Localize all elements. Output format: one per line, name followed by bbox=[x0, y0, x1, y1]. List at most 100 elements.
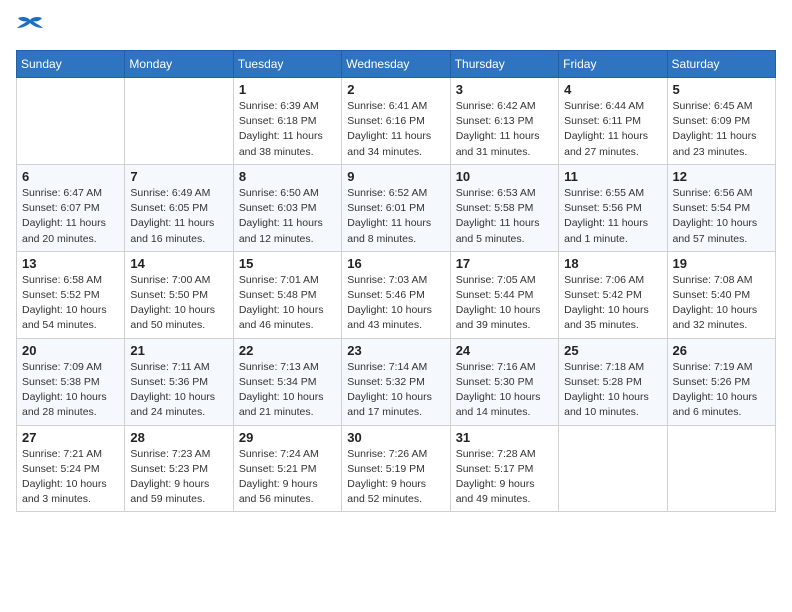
calendar-cell: 6 Sunrise: 6:47 AM Sunset: 6:07 PM Daylig… bbox=[17, 164, 125, 251]
calendar-cell: 7 Sunrise: 6:49 AM Sunset: 6:05 PM Daylig… bbox=[125, 164, 233, 251]
day-number: 24 bbox=[456, 343, 553, 358]
calendar-cell: 24 Sunrise: 7:16 AM Sunset: 5:30 PM Dayli… bbox=[450, 338, 558, 425]
calendar-cell bbox=[125, 78, 233, 165]
day-number: 3 bbox=[456, 82, 553, 97]
day-number: 14 bbox=[130, 256, 227, 271]
day-number: 11 bbox=[564, 169, 661, 184]
day-number: 23 bbox=[347, 343, 444, 358]
calendar-cell: 1Sunrise: 6:39 AM Sunset: 6:18 PM Daylig… bbox=[233, 78, 341, 165]
day-info: Sunrise: 6:55 AM Sunset: 5:56 PM Dayligh… bbox=[564, 186, 661, 247]
day-number: 16 bbox=[347, 256, 444, 271]
day-info: Sunrise: 6:39 AM Sunset: 6:18 PM Dayligh… bbox=[239, 99, 336, 160]
day-number: 19 bbox=[673, 256, 770, 271]
day-number: 5 bbox=[673, 82, 770, 97]
day-info: Sunrise: 7:11 AM Sunset: 5:36 PM Dayligh… bbox=[130, 360, 227, 421]
day-info: Sunrise: 7:16 AM Sunset: 5:30 PM Dayligh… bbox=[456, 360, 553, 421]
day-number: 4 bbox=[564, 82, 661, 97]
day-number: 21 bbox=[130, 343, 227, 358]
day-number: 27 bbox=[22, 430, 119, 445]
calendar-cell: 27 Sunrise: 7:21 AM Sunset: 5:24 PM Dayli… bbox=[17, 425, 125, 512]
day-info: Sunrise: 6:45 AM Sunset: 6:09 PM Dayligh… bbox=[673, 99, 770, 160]
calendar-header-row: SundayMondayTuesdayWednesdayThursdayFrid… bbox=[17, 51, 776, 78]
day-number: 6 bbox=[22, 169, 119, 184]
day-info: Sunrise: 7:26 AM Sunset: 5:19 PM Dayligh… bbox=[347, 447, 444, 508]
calendar-day-header: Sunday bbox=[17, 51, 125, 78]
day-info: Sunrise: 7:06 AM Sunset: 5:42 PM Dayligh… bbox=[564, 273, 661, 334]
day-info: Sunrise: 7:14 AM Sunset: 5:32 PM Dayligh… bbox=[347, 360, 444, 421]
calendar-cell bbox=[667, 425, 775, 512]
calendar-week-row: 13Sunrise: 6:58 AM Sunset: 5:52 PM Dayli… bbox=[17, 251, 776, 338]
day-info: Sunrise: 6:41 AM Sunset: 6:16 PM Dayligh… bbox=[347, 99, 444, 160]
day-number: 18 bbox=[564, 256, 661, 271]
calendar-cell: 10Sunrise: 6:53 AM Sunset: 5:58 PM Dayli… bbox=[450, 164, 558, 251]
calendar-cell: 16 Sunrise: 7:03 AM Sunset: 5:46 PM Dayli… bbox=[342, 251, 450, 338]
calendar-cell: 31 Sunrise: 7:28 AM Sunset: 5:17 PM Dayli… bbox=[450, 425, 558, 512]
calendar-cell: 5 Sunrise: 6:45 AM Sunset: 6:09 PM Daylig… bbox=[667, 78, 775, 165]
logo bbox=[16, 16, 48, 38]
calendar-cell: 18 Sunrise: 7:06 AM Sunset: 5:42 PM Dayli… bbox=[559, 251, 667, 338]
day-number: 17 bbox=[456, 256, 553, 271]
day-number: 30 bbox=[347, 430, 444, 445]
calendar-cell: 15Sunrise: 7:01 AM Sunset: 5:48 PM Dayli… bbox=[233, 251, 341, 338]
day-number: 20 bbox=[22, 343, 119, 358]
day-number: 26 bbox=[673, 343, 770, 358]
calendar-cell bbox=[17, 78, 125, 165]
day-info: Sunrise: 6:58 AM Sunset: 5:52 PM Dayligh… bbox=[22, 273, 119, 334]
day-info: Sunrise: 6:50 AM Sunset: 6:03 PM Dayligh… bbox=[239, 186, 336, 247]
calendar-cell: 17 Sunrise: 7:05 AM Sunset: 5:44 PM Dayli… bbox=[450, 251, 558, 338]
day-info: Sunrise: 6:49 AM Sunset: 6:05 PM Dayligh… bbox=[130, 186, 227, 247]
calendar-cell: 14 Sunrise: 7:00 AM Sunset: 5:50 PM Dayli… bbox=[125, 251, 233, 338]
day-number: 28 bbox=[130, 430, 227, 445]
day-info: Sunrise: 7:23 AM Sunset: 5:23 PM Dayligh… bbox=[130, 447, 227, 508]
calendar-cell: 3Sunrise: 6:42 AM Sunset: 6:13 PM Daylig… bbox=[450, 78, 558, 165]
day-number: 22 bbox=[239, 343, 336, 358]
day-number: 25 bbox=[564, 343, 661, 358]
calendar-cell: 19 Sunrise: 7:08 AM Sunset: 5:40 PM Dayli… bbox=[667, 251, 775, 338]
calendar-cell: 25 Sunrise: 7:18 AM Sunset: 5:28 PM Dayli… bbox=[559, 338, 667, 425]
day-info: Sunrise: 6:52 AM Sunset: 6:01 PM Dayligh… bbox=[347, 186, 444, 247]
day-info: Sunrise: 7:03 AM Sunset: 5:46 PM Dayligh… bbox=[347, 273, 444, 334]
day-info: Sunrise: 7:24 AM Sunset: 5:21 PM Dayligh… bbox=[239, 447, 336, 508]
day-info: Sunrise: 7:18 AM Sunset: 5:28 PM Dayligh… bbox=[564, 360, 661, 421]
logo-bird-icon bbox=[16, 16, 44, 38]
calendar-cell: 29 Sunrise: 7:24 AM Sunset: 5:21 PM Dayli… bbox=[233, 425, 341, 512]
day-number: 9 bbox=[347, 169, 444, 184]
day-info: Sunrise: 7:21 AM Sunset: 5:24 PM Dayligh… bbox=[22, 447, 119, 508]
day-info: Sunrise: 7:28 AM Sunset: 5:17 PM Dayligh… bbox=[456, 447, 553, 508]
day-info: Sunrise: 6:47 AM Sunset: 6:07 PM Dayligh… bbox=[22, 186, 119, 247]
calendar-cell: 13Sunrise: 6:58 AM Sunset: 5:52 PM Dayli… bbox=[17, 251, 125, 338]
day-info: Sunrise: 7:13 AM Sunset: 5:34 PM Dayligh… bbox=[239, 360, 336, 421]
day-number: 31 bbox=[456, 430, 553, 445]
day-info: Sunrise: 7:19 AM Sunset: 5:26 PM Dayligh… bbox=[673, 360, 770, 421]
calendar-cell: 4 Sunrise: 6:44 AM Sunset: 6:11 PM Daylig… bbox=[559, 78, 667, 165]
calendar-table: SundayMondayTuesdayWednesdayThursdayFrid… bbox=[16, 50, 776, 512]
calendar-day-header: Wednesday bbox=[342, 51, 450, 78]
calendar-cell: 2 Sunrise: 6:41 AM Sunset: 6:16 PM Daylig… bbox=[342, 78, 450, 165]
page-header bbox=[16, 16, 776, 38]
day-info: Sunrise: 6:44 AM Sunset: 6:11 PM Dayligh… bbox=[564, 99, 661, 160]
day-info: Sunrise: 7:01 AM Sunset: 5:48 PM Dayligh… bbox=[239, 273, 336, 334]
day-info: Sunrise: 7:05 AM Sunset: 5:44 PM Dayligh… bbox=[456, 273, 553, 334]
day-info: Sunrise: 7:09 AM Sunset: 5:38 PM Dayligh… bbox=[22, 360, 119, 421]
calendar-day-header: Tuesday bbox=[233, 51, 341, 78]
day-number: 7 bbox=[130, 169, 227, 184]
day-number: 8 bbox=[239, 169, 336, 184]
calendar-cell: 9 Sunrise: 6:52 AM Sunset: 6:01 PM Daylig… bbox=[342, 164, 450, 251]
calendar-week-row: 20 Sunrise: 7:09 AM Sunset: 5:38 PM Dayli… bbox=[17, 338, 776, 425]
day-number: 12 bbox=[673, 169, 770, 184]
calendar-cell: 30 Sunrise: 7:26 AM Sunset: 5:19 PM Dayli… bbox=[342, 425, 450, 512]
calendar-cell: 11 Sunrise: 6:55 AM Sunset: 5:56 PM Dayli… bbox=[559, 164, 667, 251]
day-number: 2 bbox=[347, 82, 444, 97]
calendar-week-row: 27 Sunrise: 7:21 AM Sunset: 5:24 PM Dayli… bbox=[17, 425, 776, 512]
calendar-day-header: Monday bbox=[125, 51, 233, 78]
calendar-cell: 12 Sunrise: 6:56 AM Sunset: 5:54 PM Dayli… bbox=[667, 164, 775, 251]
day-info: Sunrise: 7:08 AM Sunset: 5:40 PM Dayligh… bbox=[673, 273, 770, 334]
day-info: Sunrise: 6:56 AM Sunset: 5:54 PM Dayligh… bbox=[673, 186, 770, 247]
calendar-cell: 21 Sunrise: 7:11 AM Sunset: 5:36 PM Dayli… bbox=[125, 338, 233, 425]
day-info: Sunrise: 7:00 AM Sunset: 5:50 PM Dayligh… bbox=[130, 273, 227, 334]
calendar-cell bbox=[559, 425, 667, 512]
calendar-day-header: Friday bbox=[559, 51, 667, 78]
calendar-cell: 8 Sunrise: 6:50 AM Sunset: 6:03 PM Daylig… bbox=[233, 164, 341, 251]
day-number: 29 bbox=[239, 430, 336, 445]
calendar-day-header: Thursday bbox=[450, 51, 558, 78]
